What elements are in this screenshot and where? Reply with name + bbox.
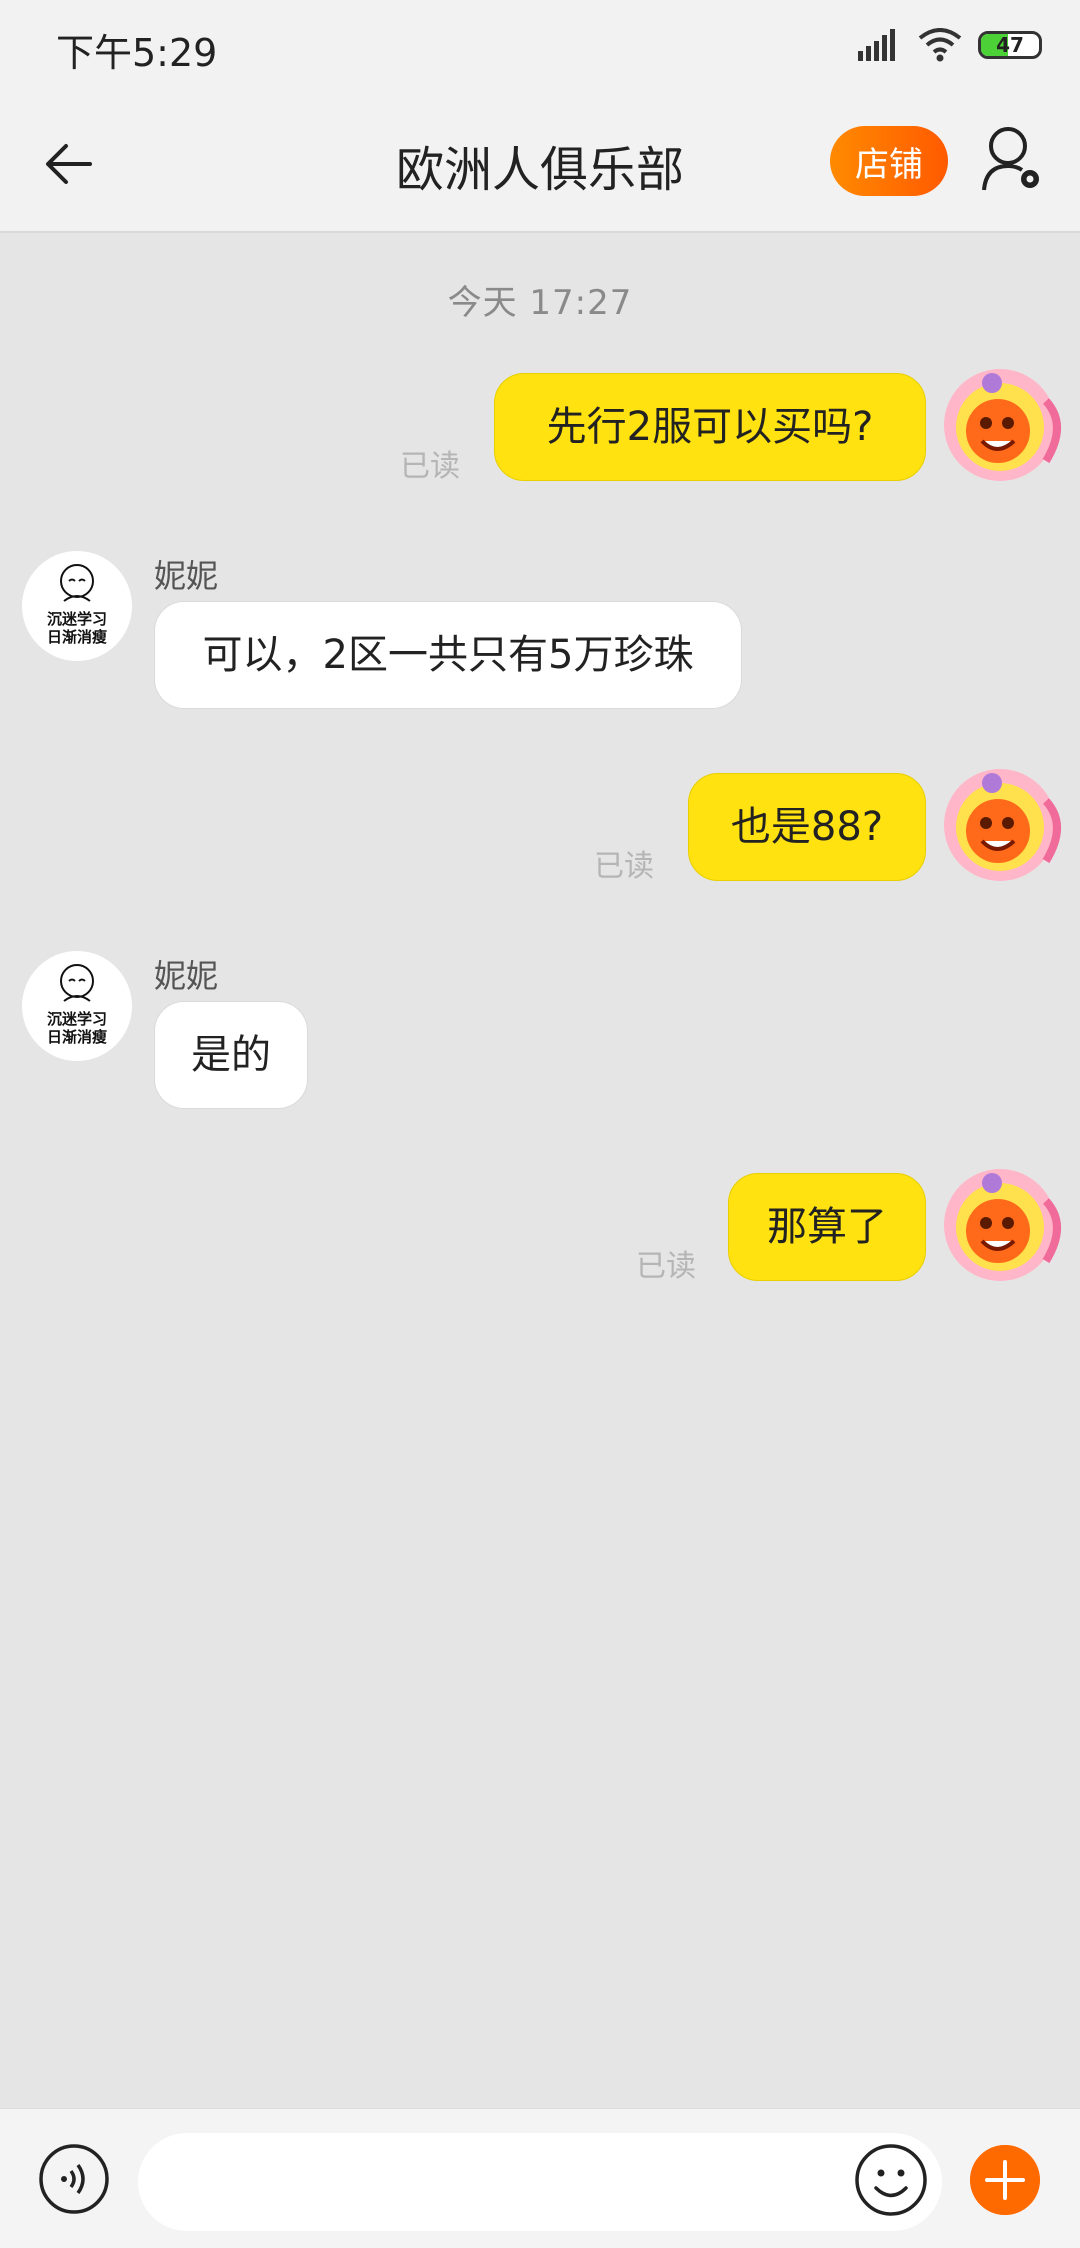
message-input[interactable] bbox=[138, 2133, 942, 2231]
contact-avatar-drawing bbox=[60, 564, 94, 602]
battery-icon: 47 bbox=[978, 31, 1042, 59]
contact-avatar-drawing bbox=[60, 964, 94, 1002]
status-bar: 下午5:29 47 bbox=[0, 0, 1080, 96]
avatar-caption-line-2: 日渐消瘦 bbox=[46, 628, 107, 646]
avatar-caption-line-1: 沉迷学习 bbox=[46, 1010, 107, 1028]
my-avatar[interactable] bbox=[934, 1161, 1070, 1287]
my-message-bubble[interactable]: 先行2服可以买吗? bbox=[494, 373, 926, 481]
chat-timestamp: 今天 17:27 bbox=[447, 283, 633, 323]
read-status: 已读 bbox=[400, 449, 460, 484]
avatar-caption-line-1: 沉迷学习 bbox=[46, 610, 107, 628]
avatar-caption-line-2: 日渐消瘦 bbox=[46, 1028, 107, 1046]
status-time: 下午5:29 bbox=[56, 31, 218, 75]
contact-message-bubble[interactable]: 可以，2区一共只有5万珍珠 bbox=[154, 601, 742, 709]
emoji-icon[interactable] bbox=[854, 2143, 928, 2217]
user-settings-icon[interactable] bbox=[980, 124, 1044, 196]
plus-icon[interactable] bbox=[970, 2145, 1040, 2215]
read-status: 已读 bbox=[636, 1249, 696, 1284]
signal-icon bbox=[858, 29, 895, 61]
battery-level: 47 bbox=[996, 33, 1024, 57]
contact-avatar[interactable]: 沉迷学习 日渐消瘦 bbox=[22, 951, 132, 1061]
sender-name: 妮妮 bbox=[154, 957, 219, 995]
my-message-bubble[interactable]: 也是88? bbox=[688, 773, 926, 881]
shop-button[interactable]: 店铺 bbox=[830, 126, 948, 196]
wifi-icon bbox=[918, 28, 962, 62]
my-avatar[interactable] bbox=[934, 761, 1070, 887]
sender-name: 妮妮 bbox=[154, 557, 219, 595]
input-bar bbox=[0, 2108, 1080, 2248]
voice-icon[interactable] bbox=[38, 2143, 110, 2215]
contact-avatar[interactable]: 沉迷学习 日渐消瘦 bbox=[22, 551, 132, 661]
my-avatar[interactable] bbox=[934, 361, 1070, 487]
contact-message-bubble[interactable]: 是的 bbox=[154, 1001, 308, 1109]
status-icons: 47 bbox=[858, 28, 1042, 62]
read-status: 已读 bbox=[594, 849, 654, 884]
chat-header: 欧洲人俱乐部 店铺 bbox=[0, 96, 1080, 233]
my-message-bubble[interactable]: 那算了 bbox=[728, 1173, 926, 1281]
